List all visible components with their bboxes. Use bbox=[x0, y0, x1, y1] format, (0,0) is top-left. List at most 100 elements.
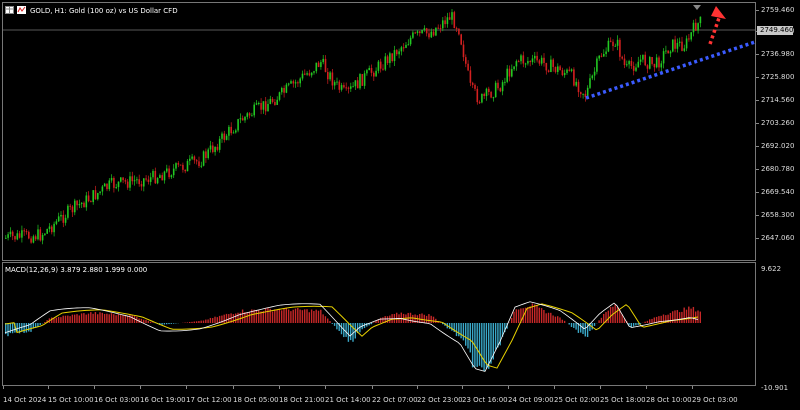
macd-histogram-bar bbox=[161, 323, 163, 325]
candle-body bbox=[290, 81, 292, 84]
macd-histogram-bar bbox=[389, 315, 391, 323]
candle-body bbox=[573, 69, 575, 86]
candle-body bbox=[78, 204, 81, 206]
candle-body bbox=[511, 69, 513, 77]
candle-body bbox=[338, 81, 341, 90]
candle-body bbox=[683, 48, 686, 51]
candle-body bbox=[665, 50, 667, 52]
candle-body bbox=[628, 61, 630, 65]
candle-body bbox=[57, 216, 60, 222]
candle-body bbox=[478, 102, 481, 104]
candle-body bbox=[616, 39, 619, 46]
candle-body bbox=[359, 74, 361, 89]
candle-body bbox=[301, 73, 304, 79]
macd-histogram-bar bbox=[614, 304, 616, 323]
macd-histogram-bar bbox=[462, 323, 465, 341]
candle-body bbox=[306, 73, 308, 75]
candle-body bbox=[455, 28, 458, 30]
candle-body bbox=[55, 221, 58, 224]
candle-body bbox=[632, 65, 635, 71]
candle-body bbox=[74, 200, 76, 213]
candle-body bbox=[237, 119, 239, 131]
chart-window[interactable]: GOLD, H1: Gold (100 oz) vs US Dollar CFD… bbox=[0, 0, 800, 410]
macd-histogram-bar bbox=[253, 309, 255, 323]
macd-histogram-bar bbox=[216, 317, 218, 323]
macd-histogram-bar bbox=[246, 312, 248, 323]
candle-body bbox=[161, 175, 163, 181]
candle-body bbox=[48, 226, 51, 229]
macd-histogram-bar bbox=[688, 306, 690, 323]
macd-histogram-bar bbox=[297, 308, 299, 323]
macd-histogram-bar bbox=[317, 310, 320, 323]
candle-body bbox=[34, 236, 37, 240]
candle-body bbox=[642, 54, 644, 60]
macd-histogram-bar bbox=[163, 323, 166, 325]
current-price-label: 2749.460 bbox=[757, 26, 793, 35]
macd-histogram-bar bbox=[168, 323, 170, 325]
macd-histogram-bar bbox=[478, 323, 481, 366]
macd-histogram-bar bbox=[78, 315, 80, 323]
candle-body bbox=[195, 160, 198, 162]
candle-body bbox=[16, 233, 19, 240]
macd-histogram-bar bbox=[87, 313, 90, 323]
candle-body bbox=[435, 27, 437, 36]
macd-main-line bbox=[4, 301, 699, 372]
candle-body bbox=[71, 206, 74, 213]
macd-histogram-bar bbox=[483, 323, 485, 371]
candle-body bbox=[506, 68, 508, 82]
macd-histogram-bar bbox=[308, 312, 310, 323]
candle-body bbox=[672, 39, 674, 52]
candle-body bbox=[462, 44, 465, 58]
macd-histogram-bar bbox=[62, 315, 64, 323]
candle-body bbox=[292, 81, 295, 84]
candle-body bbox=[106, 183, 108, 190]
candle-body bbox=[76, 200, 78, 206]
candle-body bbox=[446, 17, 449, 25]
candle-body bbox=[184, 169, 186, 172]
candle-body bbox=[552, 59, 554, 67]
candle-body bbox=[515, 61, 518, 67]
candle-body bbox=[110, 177, 113, 181]
macd-histogram-bar bbox=[143, 319, 145, 323]
candle-body bbox=[354, 80, 357, 87]
macd-histogram-bar bbox=[557, 316, 559, 323]
candle-body bbox=[193, 156, 196, 161]
macd-histogram-bar bbox=[274, 309, 276, 323]
candle-body bbox=[143, 178, 145, 187]
candle-body bbox=[186, 160, 189, 172]
macd-histogram-bar bbox=[92, 313, 94, 323]
candle-body bbox=[416, 31, 419, 34]
macd-histogram-bar bbox=[609, 307, 612, 323]
candle-body bbox=[232, 132, 235, 134]
macd-histogram-bar bbox=[529, 306, 531, 323]
candle-body bbox=[149, 177, 152, 182]
macd-histogram-bar bbox=[124, 315, 126, 323]
macd-histogram-bar bbox=[586, 323, 589, 338]
macd-histogram-bar bbox=[235, 313, 237, 323]
candle-body bbox=[409, 37, 412, 45]
candle-body bbox=[524, 63, 527, 65]
candle-body bbox=[593, 71, 596, 76]
macd-histogram-bar bbox=[113, 314, 115, 323]
candle-body bbox=[44, 233, 46, 235]
macd-histogram-bar bbox=[471, 323, 474, 368]
macd-histogram-bar bbox=[550, 312, 552, 323]
candle-body bbox=[393, 50, 396, 62]
candle-body bbox=[557, 66, 559, 72]
macd-histogram-bar bbox=[225, 313, 228, 323]
candle-body bbox=[658, 57, 660, 68]
macd-histogram-bar bbox=[11, 323, 14, 334]
candle-body bbox=[400, 47, 403, 52]
macd-histogram-bar bbox=[681, 311, 683, 323]
candle-body bbox=[402, 47, 405, 49]
macd-histogram-bar bbox=[370, 323, 373, 325]
macd-histogram-bar bbox=[281, 310, 283, 323]
candle-body bbox=[62, 214, 65, 223]
candle-body bbox=[644, 54, 646, 66]
macd-histogram-bar bbox=[200, 320, 202, 323]
candle-body bbox=[536, 55, 538, 61]
candle-body bbox=[669, 51, 672, 54]
macd-histogram-bar bbox=[662, 314, 665, 323]
candle-body bbox=[609, 40, 612, 42]
candle-body bbox=[497, 82, 499, 89]
